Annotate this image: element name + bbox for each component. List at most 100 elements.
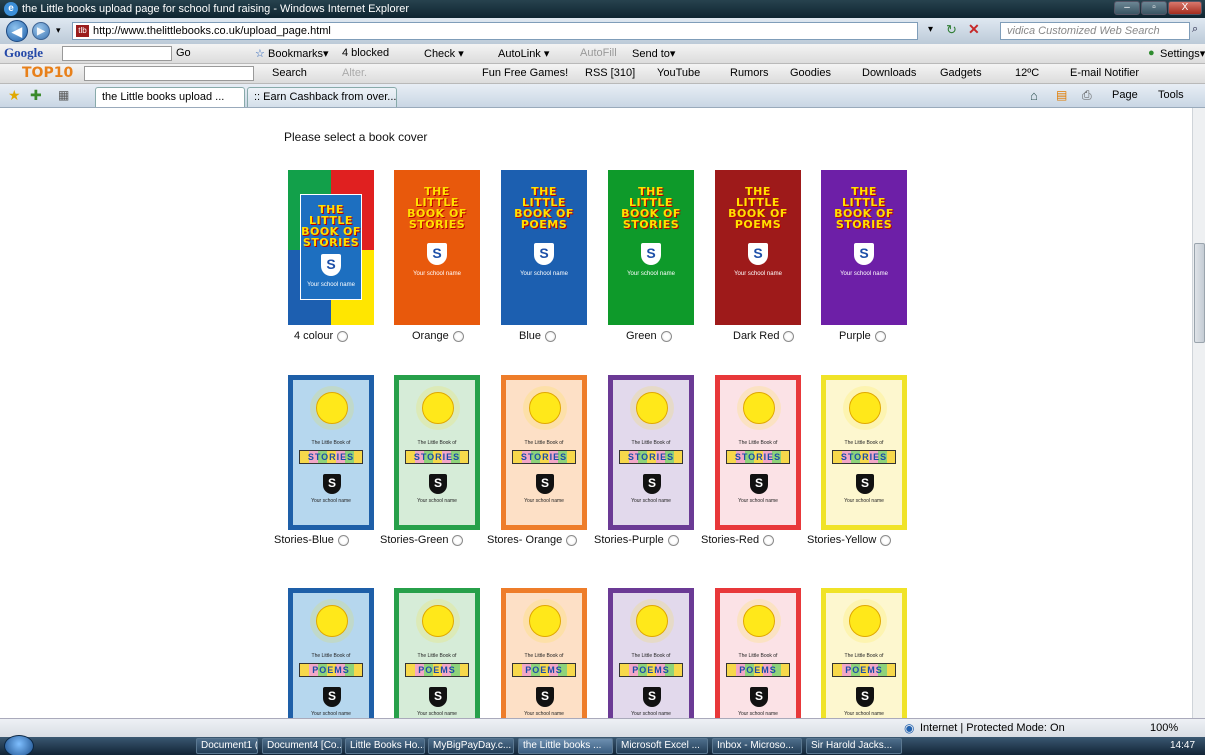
settings-button[interactable]: Settings▾ <box>1160 47 1205 60</box>
taskbar-item[interactable]: MyBigPayDay.c... <box>428 738 514 754</box>
search-icon[interactable]: ⌕ <box>1192 23 1198 36</box>
cover-option[interactable]: Dark Red <box>733 330 795 342</box>
gadgets-link[interactable]: Gadgets <box>940 67 982 79</box>
youtube-link[interactable]: YouTube <box>657 67 700 79</box>
history-dropdown-icon[interactable]: ▾ <box>56 25 61 36</box>
add-favorites-icon[interactable]: ✚ <box>30 87 42 104</box>
address-dropdown-icon[interactable]: ▾ <box>928 24 933 35</box>
tab-little-books[interactable]: the Little books upload ... <box>95 87 245 107</box>
cover-radio[interactable] <box>545 330 557 342</box>
feeds-icon[interactable]: ▤ <box>1056 88 1067 102</box>
cover-radio[interactable] <box>337 534 349 546</box>
cover-thumbnail[interactable]: THE LITTLE BOOK OF POEMS S Your school name <box>501 170 587 325</box>
taskbar-item[interactable]: Sir Harold Jacks... <box>806 738 902 754</box>
google-go-button[interactable]: Go <box>176 47 191 59</box>
favorites-star-icon[interactable]: ★ <box>8 87 21 104</box>
spellcheck-button[interactable]: Check ▾ <box>424 47 464 60</box>
cover-radio[interactable] <box>763 534 775 546</box>
back-icon[interactable]: ◀ <box>6 20 28 42</box>
cover-option[interactable]: Blue <box>519 330 557 342</box>
cover-radio[interactable] <box>337 330 349 342</box>
cover-option[interactable]: Stories-Red <box>701 534 775 546</box>
cover-thumbnail[interactable]: The Little Book of POEMS S Your school name <box>394 588 480 718</box>
page-menu[interactable]: Page <box>1112 89 1138 101</box>
downloads-link[interactable]: Downloads <box>862 67 916 79</box>
rumors-link[interactable]: Rumors <box>730 67 769 79</box>
cover-radio[interactable] <box>566 534 578 546</box>
google-search-input[interactable] <box>62 46 172 61</box>
cover-thumbnail[interactable]: The Little Book of STORIES S Your school na… <box>608 375 694 530</box>
cover-radio[interactable] <box>667 534 679 546</box>
taskbar-item[interactable]: Document1 (Au... <box>196 738 258 754</box>
start-button[interactable] <box>4 735 34 755</box>
autolink-button[interactable]: AutoLink ▾ <box>498 47 549 60</box>
cover-radio[interactable] <box>452 534 464 546</box>
vertical-scrollbar[interactable] <box>1192 108 1205 718</box>
cover-option[interactable]: Purple <box>839 330 886 342</box>
close-button[interactable]: X <box>1168 1 1202 15</box>
fun-free-games-link[interactable]: Fun Free Games! <box>482 67 568 79</box>
zoom-level[interactable]: 100% <box>1150 722 1178 734</box>
cover-option[interactable]: Stories-Purple <box>594 534 679 546</box>
cover-option[interactable]: Stories-Yellow <box>807 534 892 546</box>
search-input[interactable]: vidica Customized Web Search <box>1000 22 1190 40</box>
cover-option[interactable]: Orange <box>412 330 464 342</box>
taskbar-item[interactable]: Inbox - Microso... <box>712 738 802 754</box>
cover-option[interactable]: Stores- Orange <box>487 534 578 546</box>
taskbar-item[interactable]: Little Books Ho... <box>345 738 425 754</box>
sendto-button[interactable]: Send to▾ <box>632 47 675 60</box>
cover-thumbnail[interactable]: THE LITTLE BOOK OF STORIES S Your school name <box>394 170 480 325</box>
cover-thumbnail[interactable]: THE LITTLE BOOK OF STORIES S Your school name <box>608 170 694 325</box>
cover-thumbnail[interactable]: The Little Book of STORIES S Your school na… <box>715 375 801 530</box>
clock[interactable]: 14:47 <box>1170 740 1195 751</box>
cover-thumbnail[interactable]: The Little Book of STORIES S Your school na… <box>821 375 907 530</box>
email-notifier-link[interactable]: E-mail Notifier <box>1070 67 1139 79</box>
rss-link[interactable]: RSS [310] <box>585 67 635 79</box>
cover-radio[interactable] <box>783 330 795 342</box>
cover-radio[interactable] <box>880 534 892 546</box>
cover-option[interactable]: Green <box>626 330 672 342</box>
goodies-link[interactable]: Goodies <box>790 67 831 79</box>
taskbar-item[interactable]: Microsoft Excel ... <box>616 738 708 754</box>
stop-icon[interactable]: ✕ <box>968 21 980 38</box>
cover-thumbnail[interactable]: The Little Book of STORIES S Your school na… <box>288 375 374 530</box>
tab-earn-cashback[interactable]: :: Earn Cashback from over... <box>247 87 397 107</box>
popup-blocked-button[interactable]: 4 blocked <box>342 47 389 59</box>
cover-thumbnail[interactable]: THE LITTLE BOOK OF STORIES S Your school name <box>821 170 907 325</box>
cover-thumbnail[interactable]: The Little Book of STORIES S Your school na… <box>394 375 480 530</box>
top10-search-input[interactable] <box>84 66 254 81</box>
print-icon[interactable]: ⎙ <box>1082 88 1092 103</box>
bookmarks-button[interactable]: Bookmarks▾ <box>268 47 329 60</box>
cover-option[interactable]: Stories-Green <box>380 534 464 546</box>
cover-word: STORIES <box>299 450 363 464</box>
cover-thumbnail[interactable]: The Little Book of POEMS S Your school name <box>288 588 374 718</box>
refresh-icon[interactable]: ↻ <box>946 22 957 38</box>
cover-thumbnail[interactable]: The Little Book of POEMS S Your school name <box>715 588 801 718</box>
cover-option[interactable]: 4 colour <box>294 330 349 342</box>
maximize-button[interactable]: ▫ <box>1141 1 1167 15</box>
minimize-button[interactable]: – <box>1114 1 1140 15</box>
cover-thumbnail[interactable]: The Little Book of STORIES S Your school na… <box>501 375 587 530</box>
cover-option[interactable]: Stories-Blue <box>274 534 349 546</box>
weather-link[interactable]: 12ºC <box>1015 67 1039 79</box>
taskbar-item[interactable]: the Little books ... <box>518 738 613 754</box>
cover-thumbnail[interactable]: THE LITTLE BOOK OF STORIES S Your school name <box>288 170 374 325</box>
cover-radio[interactable] <box>452 330 464 342</box>
tools-menu[interactable]: Tools <box>1158 89 1184 101</box>
autofill-button[interactable]: AutoFill <box>580 47 617 59</box>
forward-icon[interactable]: ▶ <box>32 22 50 40</box>
top10-search-button[interactable]: Search <box>272 67 307 79</box>
cover-thumbnail[interactable]: THE LITTLE BOOK OF POEMS S Your school name <box>715 170 801 325</box>
scrollbar-thumb[interactable] <box>1194 243 1205 343</box>
address-input[interactable]: tlb http://www.thelittlebooks.co.uk/uplo… <box>72 22 918 40</box>
security-zone[interactable]: Internet | Protected Mode: On <box>920 722 1065 734</box>
alter-button[interactable]: Alter. <box>342 67 367 79</box>
taskbar-item[interactable]: Document4 [Co... <box>262 738 342 754</box>
cover-thumbnail[interactable]: The Little Book of POEMS S Your school name <box>608 588 694 718</box>
quick-tabs-icon[interactable]: ▦ <box>58 88 69 102</box>
home-icon[interactable]: ⌂ <box>1030 88 1038 103</box>
cover-thumbnail[interactable]: The Little Book of POEMS S Your school name <box>501 588 587 718</box>
cover-radio[interactable] <box>874 330 886 342</box>
cover-radio[interactable] <box>660 330 672 342</box>
cover-thumbnail[interactable]: The Little Book of POEMS S Your school name <box>821 588 907 718</box>
